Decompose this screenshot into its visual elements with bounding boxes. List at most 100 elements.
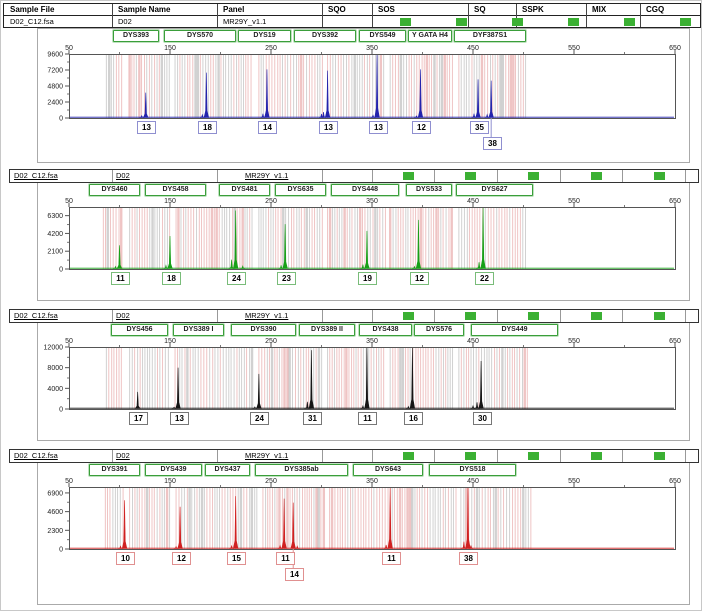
allele-call-blue-38[interactable]: 38 [483, 137, 502, 150]
sample-strip-panel-4[interactable]: D02_C12.fsaD02MR29Y_v1.1 [9, 449, 699, 463]
cell-panel[interactable]: MR29Y_v1.1 [223, 17, 266, 26]
marker-dys449[interactable]: DYS449 [471, 324, 558, 336]
marker-dys389i[interactable]: DYS389 I [173, 324, 224, 336]
allele-call-black-24[interactable]: 24 [250, 412, 269, 425]
sample-strip-panel-3[interactable]: D02_C12.fsaD02MR29Y_v1.1 [9, 309, 699, 323]
column-header-sspk: SSPK [522, 5, 544, 14]
quality-pass-indicator [680, 18, 691, 26]
allele-call-blue-13[interactable]: 13 [369, 121, 388, 134]
quality-pass-indicator [591, 312, 602, 320]
column-divider [217, 4, 218, 27]
marker-dys392[interactable]: DYS392 [294, 30, 356, 42]
allele-call-black-30[interactable]: 30 [473, 412, 492, 425]
quality-pass-indicator [403, 312, 414, 320]
marker-dys456[interactable]: DYS456 [111, 324, 168, 336]
strip-divider [622, 170, 623, 182]
column-header-sqo: SQO [328, 5, 346, 14]
allele-call-red-11[interactable]: 11 [382, 552, 401, 565]
column-divider [112, 4, 113, 27]
allele-call-green-24[interactable]: 24 [227, 272, 246, 285]
marker-dys385ab[interactable]: DYS385ab [255, 464, 348, 476]
strip-divider [217, 450, 218, 462]
allele-call-green-23[interactable]: 23 [277, 272, 296, 285]
marker-dys460[interactable]: DYS460 [89, 184, 140, 196]
allele-call-green-22[interactable]: 22 [475, 272, 494, 285]
allele-call-black-31[interactable]: 31 [303, 412, 322, 425]
column-divider [322, 4, 323, 27]
marker-dys518[interactable]: DYS518 [429, 464, 516, 476]
marker-dys481[interactable]: DYS481 [219, 184, 270, 196]
allele-call-blue-12[interactable]: 12 [412, 121, 431, 134]
cell-sample-name[interactable]: D02 [118, 17, 132, 26]
marker-dys570[interactable]: DYS570 [164, 30, 236, 42]
quality-pass-indicator [512, 18, 523, 26]
allele-call-black-11[interactable]: 11 [358, 412, 377, 425]
quality-pass-indicator [624, 18, 635, 26]
strip-divider [560, 170, 561, 182]
marker-dys549[interactable]: DYS549 [359, 30, 406, 42]
allele-call-blue-18[interactable]: 18 [198, 121, 217, 134]
strip-divider [322, 310, 323, 322]
allele-call-green-19[interactable]: 19 [358, 272, 377, 285]
strip-sample-file: D02_C12.fsa [14, 311, 58, 320]
marker-dys437[interactable]: DYS437 [205, 464, 250, 476]
marker-dyf387s1[interactable]: DYF387S1 [454, 30, 526, 42]
allele-call-red-15[interactable]: 15 [227, 552, 246, 565]
marker-dys576[interactable]: DYS576 [414, 324, 464, 336]
column-header-sos: SOS [378, 5, 395, 14]
strip-sample-name: D02 [116, 171, 130, 180]
marker-dys627[interactable]: DYS627 [456, 184, 533, 196]
marker-dys389ii[interactable]: DYS389 II [299, 324, 355, 336]
marker-dys458[interactable]: DYS458 [145, 184, 206, 196]
strip-divider [372, 170, 373, 182]
allele-call-blue-14[interactable]: 14 [258, 121, 277, 134]
strip-divider [434, 170, 435, 182]
marker-dys448[interactable]: DYS448 [331, 184, 399, 196]
strip-divider [622, 310, 623, 322]
marker-dys393[interactable]: DYS393 [113, 30, 159, 42]
strip-divider [497, 310, 498, 322]
marker-dys643[interactable]: DYS643 [353, 464, 423, 476]
quality-pass-indicator [528, 172, 539, 180]
quality-pass-indicator [465, 312, 476, 320]
allele-call-green-18[interactable]: 18 [162, 272, 181, 285]
marker-dys438[interactable]: DYS438 [359, 324, 412, 336]
column-header-sample-file: Sample File [10, 5, 54, 14]
allele-call-blue-13[interactable]: 13 [319, 121, 338, 134]
allele-call-red-38[interactable]: 38 [459, 552, 478, 565]
quality-pass-indicator [654, 452, 665, 460]
allele-call-red-11[interactable]: 11 [276, 552, 295, 565]
strip-divider [322, 450, 323, 462]
marker-dys391[interactable]: DYS391 [89, 464, 140, 476]
quality-pass-indicator [456, 18, 467, 26]
allele-call-black-16[interactable]: 16 [404, 412, 423, 425]
strip-divider [497, 170, 498, 182]
strip-divider [372, 450, 373, 462]
strip-divider [685, 310, 686, 322]
column-header-sq: SQ [474, 5, 486, 14]
allele-call-black-13[interactable]: 13 [170, 412, 189, 425]
marker-dys19[interactable]: DYS19 [238, 30, 291, 42]
labels-overlay: Sample FileSample NamePanelSQOSOSSQSSPKM… [1, 1, 702, 611]
marker-dys439[interactable]: DYS439 [145, 464, 202, 476]
allele-call-blue-13[interactable]: 13 [137, 121, 156, 134]
allele-call-red-12[interactable]: 12 [172, 552, 191, 565]
strip-sample-file: D02_C12.fsa [14, 171, 58, 180]
quality-pass-indicator [654, 312, 665, 320]
marker-dys390[interactable]: DYS390 [231, 324, 296, 336]
allele-call-blue-35[interactable]: 35 [470, 121, 489, 134]
allele-call-red-10[interactable]: 10 [116, 552, 135, 565]
allele-call-red-14[interactable]: 14 [285, 568, 304, 581]
marker-dys635[interactable]: DYS635 [275, 184, 326, 196]
strip-divider [372, 310, 373, 322]
allele-call-green-12[interactable]: 12 [410, 272, 429, 285]
marker-ygatah4[interactable]: Y GATA H4 [408, 30, 452, 42]
strip-divider [685, 170, 686, 182]
cell-sample-file[interactable]: D02_C12.fsa [10, 17, 54, 26]
strip-divider [434, 310, 435, 322]
allele-call-black-17[interactable]: 17 [129, 412, 148, 425]
sample-strip-panel-2[interactable]: D02_C12.fsaD02MR29Y_v1.1 [9, 169, 699, 183]
allele-call-green-11[interactable]: 11 [111, 272, 130, 285]
strip-divider [217, 310, 218, 322]
marker-dys533[interactable]: DYS533 [406, 184, 452, 196]
